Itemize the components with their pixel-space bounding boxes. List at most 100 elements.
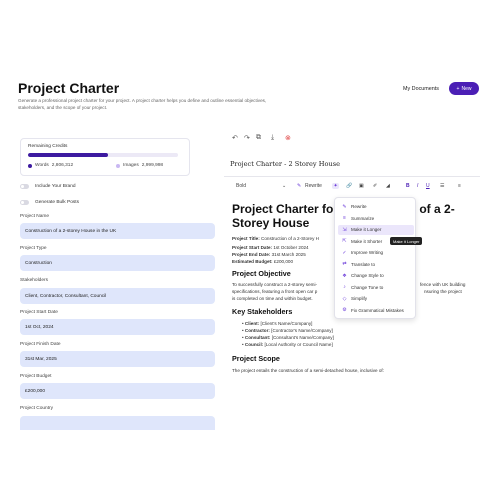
italic-button[interactable]: I <box>417 183 418 189</box>
client-label: Client: <box>244 321 260 326</box>
stakeholders-label: Stakeholders <box>20 278 48 283</box>
undo-icon[interactable]: ↶ <box>232 134 238 142</box>
menu-item-label: Improve Writing <box>351 250 384 256</box>
stakeholders-input[interactable]: Client, Contractor, Consultant, Council <box>20 288 215 304</box>
images-value: 2,999,998 <box>141 163 164 168</box>
bullet-list-icon[interactable]: ☰ <box>440 183 444 189</box>
council-value: [Local Authority or Council Name] <box>264 342 333 347</box>
image-icon[interactable]: ▣ <box>359 183 364 189</box>
menu-item-make-longer[interactable]: ⇲ Make it Longer <box>338 225 414 235</box>
highlight-icon[interactable]: ◢ <box>386 183 390 189</box>
menu-item-improve-writing[interactable]: ✓ Improve Writing <box>338 248 414 258</box>
budget-label: Project Budget <box>20 374 52 379</box>
consultant-value: [Consultant's Name/Company] <box>271 335 334 340</box>
project-name-input[interactable]: Construction of a 2-storey House in the … <box>20 223 215 239</box>
expand-icon: ⇲ <box>342 226 347 233</box>
simplify-icon: ◇ <box>342 295 347 302</box>
plus-icon: + <box>456 85 460 92</box>
divider <box>224 176 480 177</box>
copy-icon[interactable]: ⧉ <box>256 134 261 142</box>
stakeholders-heading: Key Stakeholders <box>232 307 293 316</box>
words-dot-icon <box>28 163 32 168</box>
edit-icon[interactable]: ✐ <box>373 183 377 189</box>
link-icon[interactable]: 🔗 <box>346 183 352 189</box>
chevron-down-icon[interactable]: ⌄ <box>282 183 286 189</box>
words-credit: Words 2,806,312 <box>28 163 73 168</box>
menu-item-summarize[interactable]: ≡ Summarize <box>338 214 414 224</box>
check-icon: ✓ <box>342 249 347 256</box>
menu-item-label: Make it Longer <box>351 227 382 233</box>
images-credit: Images 2,999,998 <box>116 163 163 168</box>
menu-item-simplify[interactable]: ◇ Simplify <box>338 294 414 304</box>
page-description: Generate a professional project charter … <box>18 98 267 110</box>
rewrite-button[interactable]: Rewrite <box>305 183 322 189</box>
images-dot-icon <box>116 163 120 168</box>
ai-sparkle-icon[interactable]: ✦ <box>332 183 340 189</box>
tooltip: Make it Longer <box>390 237 423 245</box>
remaining-credits-card: Remaining Credits Words 2,806,312 Images… <box>20 138 190 176</box>
numbered-list-icon[interactable]: ≡ <box>458 183 461 189</box>
scope-text: The project entails the construction of … <box>232 368 384 373</box>
council-label: Council: <box>244 342 264 347</box>
menu-item-change-style[interactable]: ❖ Change Style to <box>338 271 414 281</box>
style-icon: ❖ <box>342 272 347 279</box>
words-value: 2,806,312 <box>51 163 74 168</box>
objective-line-1b: fence with UK building <box>420 282 466 287</box>
include-brand-toggle[interactable] <box>20 184 29 189</box>
menu-item-fix-grammar[interactable]: ⚙ Fix Grammatical Mistakes <box>338 306 414 316</box>
document-title[interactable]: Project Charter - 2 Storey House <box>230 160 340 168</box>
contractor-label: Contractor: <box>244 328 270 333</box>
objective-heading: Project Objective <box>232 269 291 278</box>
translate-icon: ⇄ <box>342 261 347 268</box>
delete-icon[interactable]: ⊗ <box>285 134 291 142</box>
stakeholder-contractor: • Contractor: [Contractor's Name/Company… <box>242 328 333 333</box>
consultant-label: Consultant: <box>244 335 271 340</box>
scope-heading: Project Scope <box>232 354 280 363</box>
new-button-label: New <box>461 85 472 92</box>
start-date-input[interactable]: 1st Oct, 2024 <box>20 319 215 335</box>
bulk-posts-row[interactable]: Generate Bulk Posts <box>20 200 79 205</box>
meta-budget-value: £200,000 <box>273 259 294 264</box>
menu-item-rewrite[interactable]: ✎ Rewrite <box>338 202 414 212</box>
credits-progress-fill <box>28 153 108 157</box>
client-value: [Client's Name/Company] <box>260 321 313 326</box>
objective-line-2: specifications, featuring a front open c… <box>232 289 318 294</box>
my-documents-link[interactable]: My Documents <box>403 86 439 92</box>
page-title: Project Charter <box>18 80 120 96</box>
menu-item-label: Simplify <box>351 296 368 302</box>
underline-button[interactable]: U <box>426 183 430 189</box>
new-button[interactable]: + New <box>449 82 479 95</box>
menu-item-change-tone[interactable]: ♪ Change Tone to <box>338 283 414 293</box>
bold-button[interactable]: B <box>406 183 410 189</box>
include-brand-row[interactable]: Include Your Brand <box>20 184 76 189</box>
project-type-label: Project Type <box>20 246 47 251</box>
bulk-posts-toggle[interactable] <box>20 200 29 205</box>
start-date-label: Project Start Date <box>20 310 58 315</box>
budget-input[interactable]: £200,000 <box>20 383 215 399</box>
redo-icon[interactable]: ↷ <box>244 134 250 142</box>
stakeholder-consultant: • Consultant: [Consultant's Name/Company… <box>242 335 334 340</box>
contractor-value: [Contractor's Name/Company] <box>271 328 333 333</box>
rewrite-pen-icon[interactable]: ✎ <box>297 183 301 189</box>
finish-date-input[interactable]: 31st Mar, 2025 <box>20 351 215 367</box>
menu-item-label: Summarize <box>351 215 375 221</box>
meta-end-label: Project End Date: <box>232 252 271 257</box>
words-label: Words <box>35 163 49 168</box>
format-toolbar: Bold ⌄ ✎ Rewrite ✦ 🔗 ▣ ✐ ◢ B I U ☰ ≡ <box>224 180 480 194</box>
meta-budget: Estimated Budget: £200,000 <box>232 259 293 264</box>
lines-icon: ≡ <box>343 215 346 222</box>
meta-title: Project Title: Construction of a 2-Store… <box>232 236 319 241</box>
menu-item-label: Make it Shorter <box>351 238 383 244</box>
shrink-icon: ⇱ <box>342 238 347 245</box>
objective-line-1: To successfully construct a 2-storey sem… <box>232 282 318 287</box>
meta-budget-label: Estimated Budget: <box>232 259 273 264</box>
project-name-label: Project Name <box>20 214 50 219</box>
meta-end: Project End Date: 31st March 2025 <box>232 252 306 257</box>
project-type-input[interactable]: Construction <box>20 255 215 271</box>
menu-item-translate[interactable]: ⇄ Translate to <box>338 260 414 270</box>
meta-start: Project Start Date: 1st October 2024 <box>232 245 309 250</box>
download-icon[interactable]: ⤓ <box>271 134 274 142</box>
country-input[interactable] <box>20 416 215 430</box>
stakeholder-council: • Council: [Local Authority or Council N… <box>242 342 333 347</box>
block-format-select[interactable]: Bold <box>236 183 246 189</box>
